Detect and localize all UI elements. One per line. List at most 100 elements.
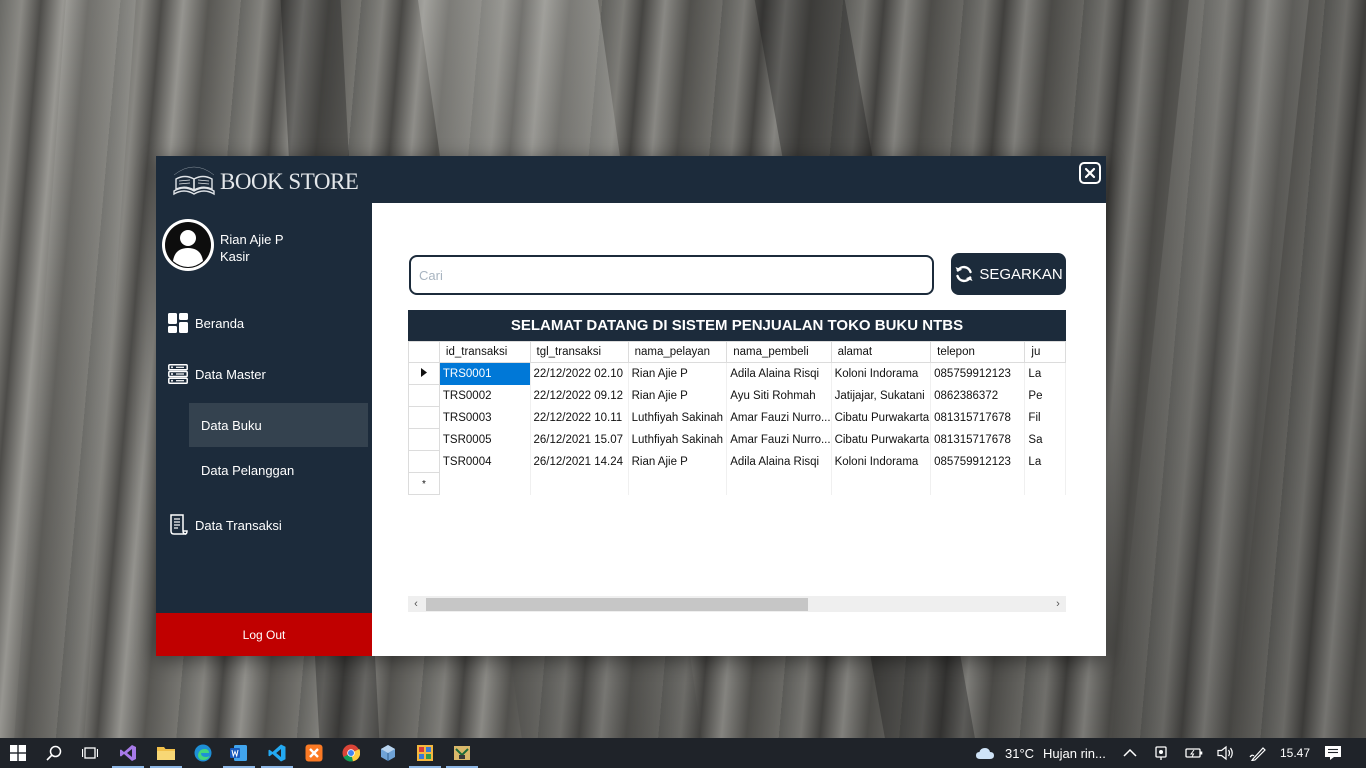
row-header-current[interactable] xyxy=(408,362,440,385)
chrome-icon[interactable] xyxy=(341,743,361,763)
table-row[interactable]: TRS0003 22/12/2022 10.11 Luthfiyah Sakin… xyxy=(408,406,1066,429)
sidebar: Rian Ajie P Kasir Beranda Data Master Da… xyxy=(156,203,372,656)
table-cell[interactable]: Sa xyxy=(1024,428,1066,451)
table-row[interactable]: TSR0004 26/12/2021 14.24 Rian Ajie P Adi… xyxy=(408,450,1066,473)
table-cell[interactable]: Koloni Indorama xyxy=(831,362,932,385)
table-cell[interactable]: Adila Alaina Risqi xyxy=(726,450,832,473)
table-cell[interactable]: Rian Ajie P xyxy=(628,384,728,407)
nav-data-master[interactable]: Data Master xyxy=(156,354,372,394)
column-header-judul[interactable]: ju xyxy=(1024,341,1066,363)
table-cell[interactable]: La xyxy=(1024,450,1066,473)
table-cell[interactable]: La xyxy=(1024,362,1066,385)
table-cell[interactable]: Jatijajar, Sukatani xyxy=(831,384,932,407)
file-explorer-icon[interactable] xyxy=(150,743,182,768)
clock[interactable]: 15.47 xyxy=(1280,746,1310,760)
close-button[interactable] xyxy=(1079,162,1101,184)
table-row[interactable]: TSR0005 26/12/2021 15.07 Luthfiyah Sakin… xyxy=(408,428,1066,451)
table-cell[interactable]: TRS0003 xyxy=(439,406,531,429)
column-header-alamat[interactable]: alamat xyxy=(830,341,932,363)
nav-beranda[interactable]: Beranda xyxy=(156,303,372,343)
xampp-icon[interactable] xyxy=(304,743,324,763)
weather-description[interactable]: Hujan rin... xyxy=(1043,746,1106,761)
column-header-tgl-transaksi[interactable]: tgl_transaksi xyxy=(529,341,629,363)
table-cell[interactable]: 085759912123 xyxy=(930,450,1026,473)
nav-data-buku-label: Data Buku xyxy=(201,417,262,433)
table-cell[interactable]: Cibatu Purwakarta xyxy=(831,428,932,451)
nav-data-transaksi[interactable]: Data Transaksi xyxy=(156,505,372,545)
table-cell[interactable]: 26/12/2021 14.24 xyxy=(530,450,629,473)
row-header[interactable] xyxy=(408,406,440,429)
nav-beranda-label: Beranda xyxy=(195,315,245,331)
refresh-icon xyxy=(955,265,973,283)
column-header-telepon[interactable]: telepon xyxy=(930,341,1026,363)
app-logo: BOOK STORE xyxy=(170,160,359,200)
logout-button[interactable]: Log Out xyxy=(156,613,372,656)
speaker-icon[interactable] xyxy=(1216,743,1236,763)
search-icon[interactable] xyxy=(44,743,64,763)
nav-data-pelanggan[interactable]: Data Pelanggan xyxy=(189,448,368,492)
table-row[interactable]: TRS0001 22/12/2022 02.10 Rian Ajie P Adi… xyxy=(408,362,1066,385)
chevron-up-icon[interactable] xyxy=(1120,743,1140,763)
table-cell[interactable]: Cibatu Purwakarta xyxy=(831,406,932,429)
bookstore-window: BOOK STORE Rian Ajie P Kasir Beranda Dat… xyxy=(156,156,1106,656)
scroll-left-icon[interactable]: ‹ xyxy=(408,596,424,612)
search-input[interactable] xyxy=(409,255,934,295)
column-header-nama-pembeli[interactable]: nama_pembeli xyxy=(726,341,832,363)
table-cell[interactable]: Fil xyxy=(1024,406,1066,429)
table-cell[interactable]: TRS0002 xyxy=(439,384,531,407)
row-header[interactable] xyxy=(408,428,440,451)
task-view-icon[interactable] xyxy=(80,743,100,763)
weather-cloud-icon[interactable] xyxy=(975,743,995,763)
virtualbox-icon[interactable] xyxy=(378,743,398,763)
table-row[interactable]: TRS0002 22/12/2022 09.12 Rian Ajie P Ayu… xyxy=(408,384,1066,407)
windows-start-icon[interactable] xyxy=(8,743,28,763)
taskbar: 31°C Hujan rin... 15.47 xyxy=(0,738,1366,768)
nav-data-pelanggan-label: Data Pelanggan xyxy=(201,462,295,478)
table-cell[interactable]: Pe xyxy=(1024,384,1066,407)
app-icon[interactable] xyxy=(409,743,441,768)
table-cell[interactable]: 22/12/2022 02.10 xyxy=(530,362,629,385)
table-cell[interactable]: 22/12/2022 10.11 xyxy=(530,406,629,429)
refresh-button[interactable]: SEGARKAN xyxy=(951,253,1066,295)
table-cell[interactable]: 085759912123 xyxy=(930,362,1026,385)
bookstore-app-icon[interactable] xyxy=(446,743,478,768)
table-cell[interactable]: TSR0004 xyxy=(439,450,531,473)
battery-icon[interactable] xyxy=(1184,743,1204,763)
table-cell[interactable]: TRS0001 xyxy=(439,362,531,385)
user-role: Kasir xyxy=(220,249,250,264)
vscode-icon[interactable] xyxy=(261,743,293,768)
table-cell[interactable]: Amar Fauzi Nurro... xyxy=(726,428,832,451)
word-icon[interactable] xyxy=(223,743,255,768)
scrollbar-thumb[interactable] xyxy=(426,598,808,611)
horizontal-scrollbar[interactable]: ‹ › xyxy=(408,596,1066,612)
table-cell[interactable]: 26/12/2021 15.07 xyxy=(530,428,629,451)
scroll-right-icon[interactable]: › xyxy=(1050,596,1066,612)
table-cell[interactable]: Adila Alaina Risqi xyxy=(726,362,832,385)
table-cell[interactable]: Luthfiyah Sakinah xyxy=(628,406,728,429)
meet-now-icon[interactable] xyxy=(1152,743,1172,763)
column-header-id-transaksi[interactable]: id_transaksi xyxy=(438,341,531,363)
table-cell[interactable]: 081315717678 xyxy=(930,406,1026,429)
column-header-nama-pelayan[interactable]: nama_pelayan xyxy=(627,341,728,363)
table-cell[interactable]: Koloni Indorama xyxy=(831,450,932,473)
notification-icon[interactable] xyxy=(1323,743,1343,763)
weather-temperature: 31°C xyxy=(1005,746,1035,761)
welcome-banner: SELAMAT DATANG DI SISTEM PENJUALAN TOKO … xyxy=(408,310,1066,341)
new-row-header[interactable]: * xyxy=(408,472,440,495)
pen-ink-icon[interactable] xyxy=(1248,743,1268,763)
table-cell[interactable]: Rian Ajie P xyxy=(628,450,728,473)
table-cell[interactable]: TSR0005 xyxy=(439,428,531,451)
row-header[interactable] xyxy=(408,450,440,473)
table-cell[interactable]: 0862386372 xyxy=(930,384,1026,407)
new-row[interactable]: * xyxy=(408,472,1066,495)
table-cell[interactable]: Ayu Siti Rohmah xyxy=(726,384,832,407)
visual-studio-icon[interactable] xyxy=(112,743,144,768)
edge-icon[interactable] xyxy=(193,743,213,763)
row-header[interactable] xyxy=(408,384,440,407)
table-cell[interactable]: Luthfiyah Sakinah xyxy=(628,428,728,451)
table-cell[interactable]: Amar Fauzi Nurro... xyxy=(726,406,832,429)
table-cell[interactable]: 081315717678 xyxy=(930,428,1026,451)
table-cell[interactable]: Rian Ajie P xyxy=(628,362,728,385)
nav-data-buku[interactable]: Data Buku xyxy=(189,403,368,447)
table-cell[interactable]: 22/12/2022 09.12 xyxy=(530,384,629,407)
